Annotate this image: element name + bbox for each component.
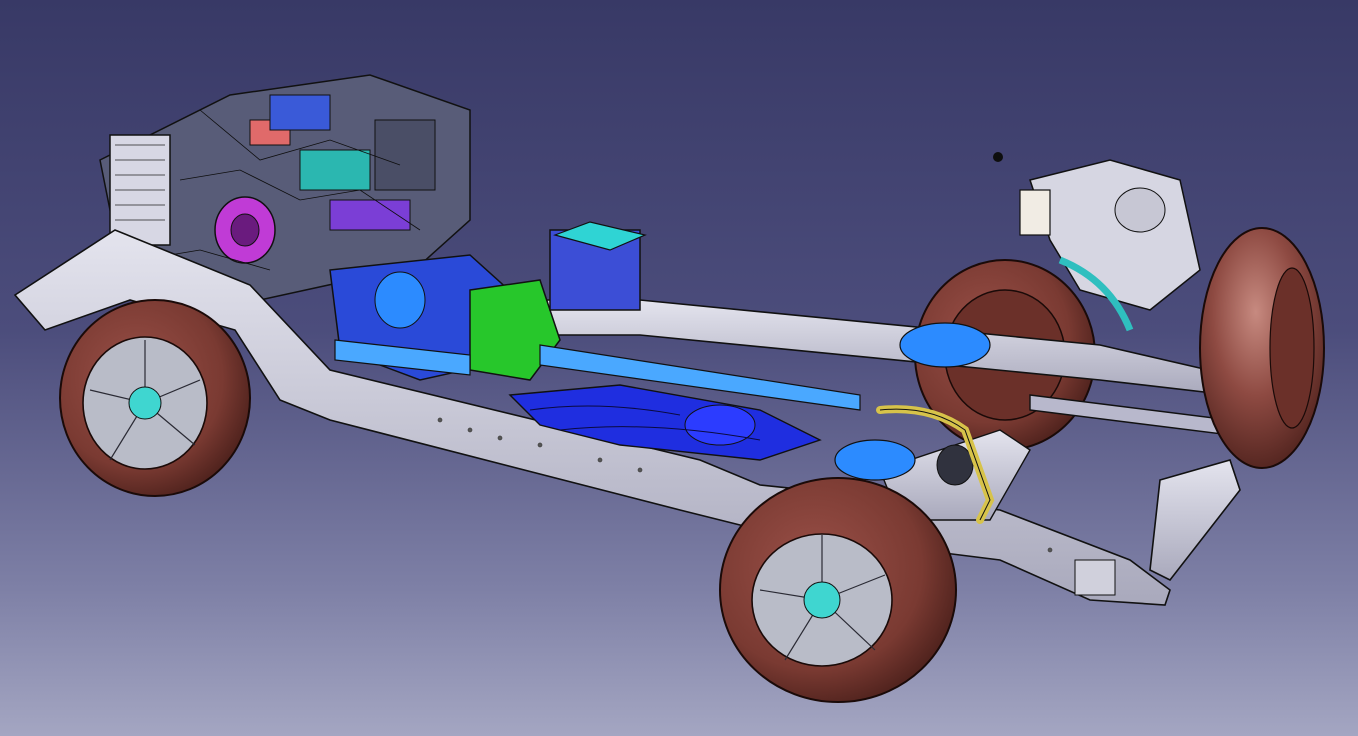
front-left-wheel[interactable] bbox=[59, 299, 251, 497]
rear-spring-left bbox=[899, 322, 991, 368]
chassis-model[interactable] bbox=[0, 0, 1358, 736]
rear-right-wheel[interactable] bbox=[719, 477, 957, 703]
3d-viewport[interactable] bbox=[0, 0, 1358, 736]
rear-spring-right bbox=[834, 439, 916, 481]
rear-wheel-far[interactable] bbox=[1199, 227, 1325, 469]
rear-bumper-mount bbox=[1074, 559, 1116, 596]
